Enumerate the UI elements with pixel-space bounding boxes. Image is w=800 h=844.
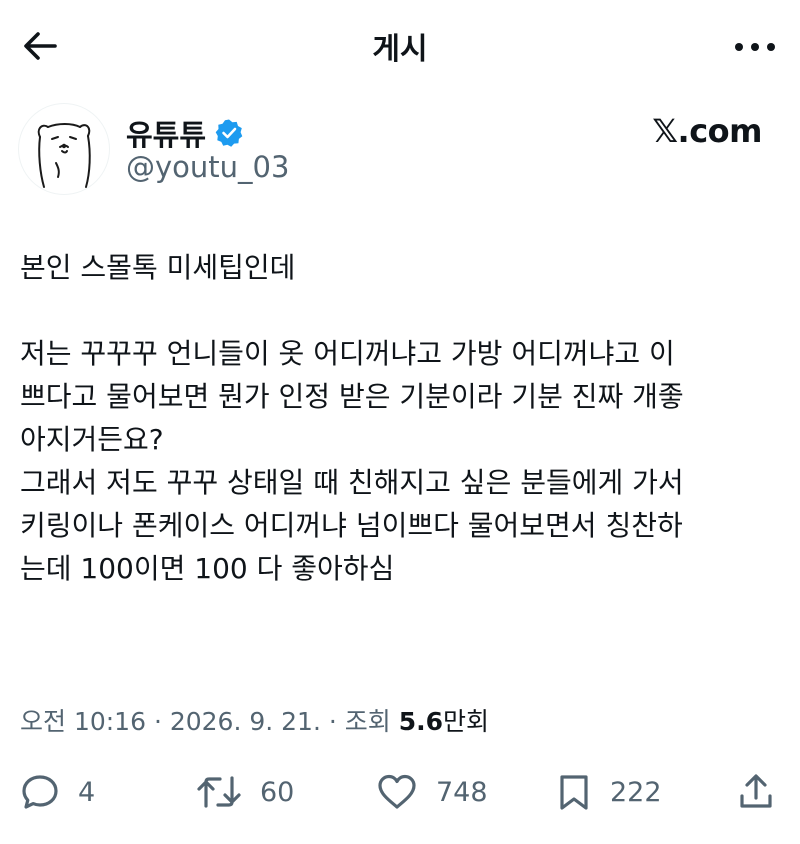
- bookmark-count: 222: [610, 776, 662, 808]
- more-button[interactable]: [730, 30, 780, 64]
- author-handle[interactable]: @youtu_03: [126, 150, 289, 184]
- author-name[interactable]: 유튜튜: [126, 112, 206, 154]
- view-unit: 만회: [443, 707, 490, 736]
- action-bar: 4 60 748 222: [0, 764, 800, 824]
- verified-badge-icon: [215, 119, 243, 147]
- avatar[interactable]: [18, 103, 110, 195]
- page-title: 게시: [372, 32, 428, 67]
- bookmark-icon: [560, 775, 588, 810]
- share-button[interactable]: [736, 764, 776, 820]
- bear-avatar-icon: [37, 123, 91, 188]
- reply-count: 4: [78, 776, 96, 808]
- share-icon: [740, 774, 772, 808]
- heart-icon: [378, 774, 416, 809]
- like-button[interactable]: 748: [376, 764, 488, 820]
- repost-icon: [197, 776, 241, 808]
- more-horizontal-icon: [735, 43, 775, 51]
- like-count: 748: [436, 776, 488, 808]
- repost-button[interactable]: 60: [196, 764, 294, 820]
- reply-icon: [22, 775, 58, 809]
- post-text: 본인 스몰톡 미세팁인데 저는 꾸꾸꾸 언니들이 옷 어디꺼냐고 가방 어디꺼냐…: [20, 251, 684, 585]
- reply-button[interactable]: 4: [20, 764, 95, 820]
- repost-count: 60: [260, 776, 295, 808]
- view-count: 5.6: [398, 707, 443, 736]
- timestamp[interactable]: 오전 10:16 · 2026. 9. 21. · 조회: [20, 707, 399, 736]
- header: 게시: [0, 0, 800, 95]
- brand-logo: 𝕏.com: [652, 112, 762, 150]
- post-meta: 오전 10:16 · 2026. 9. 21. · 조회 5.6만회: [20, 702, 489, 738]
- author-name-row[interactable]: 유튜튜: [126, 112, 244, 154]
- bookmark-button[interactable]: 222: [556, 764, 662, 820]
